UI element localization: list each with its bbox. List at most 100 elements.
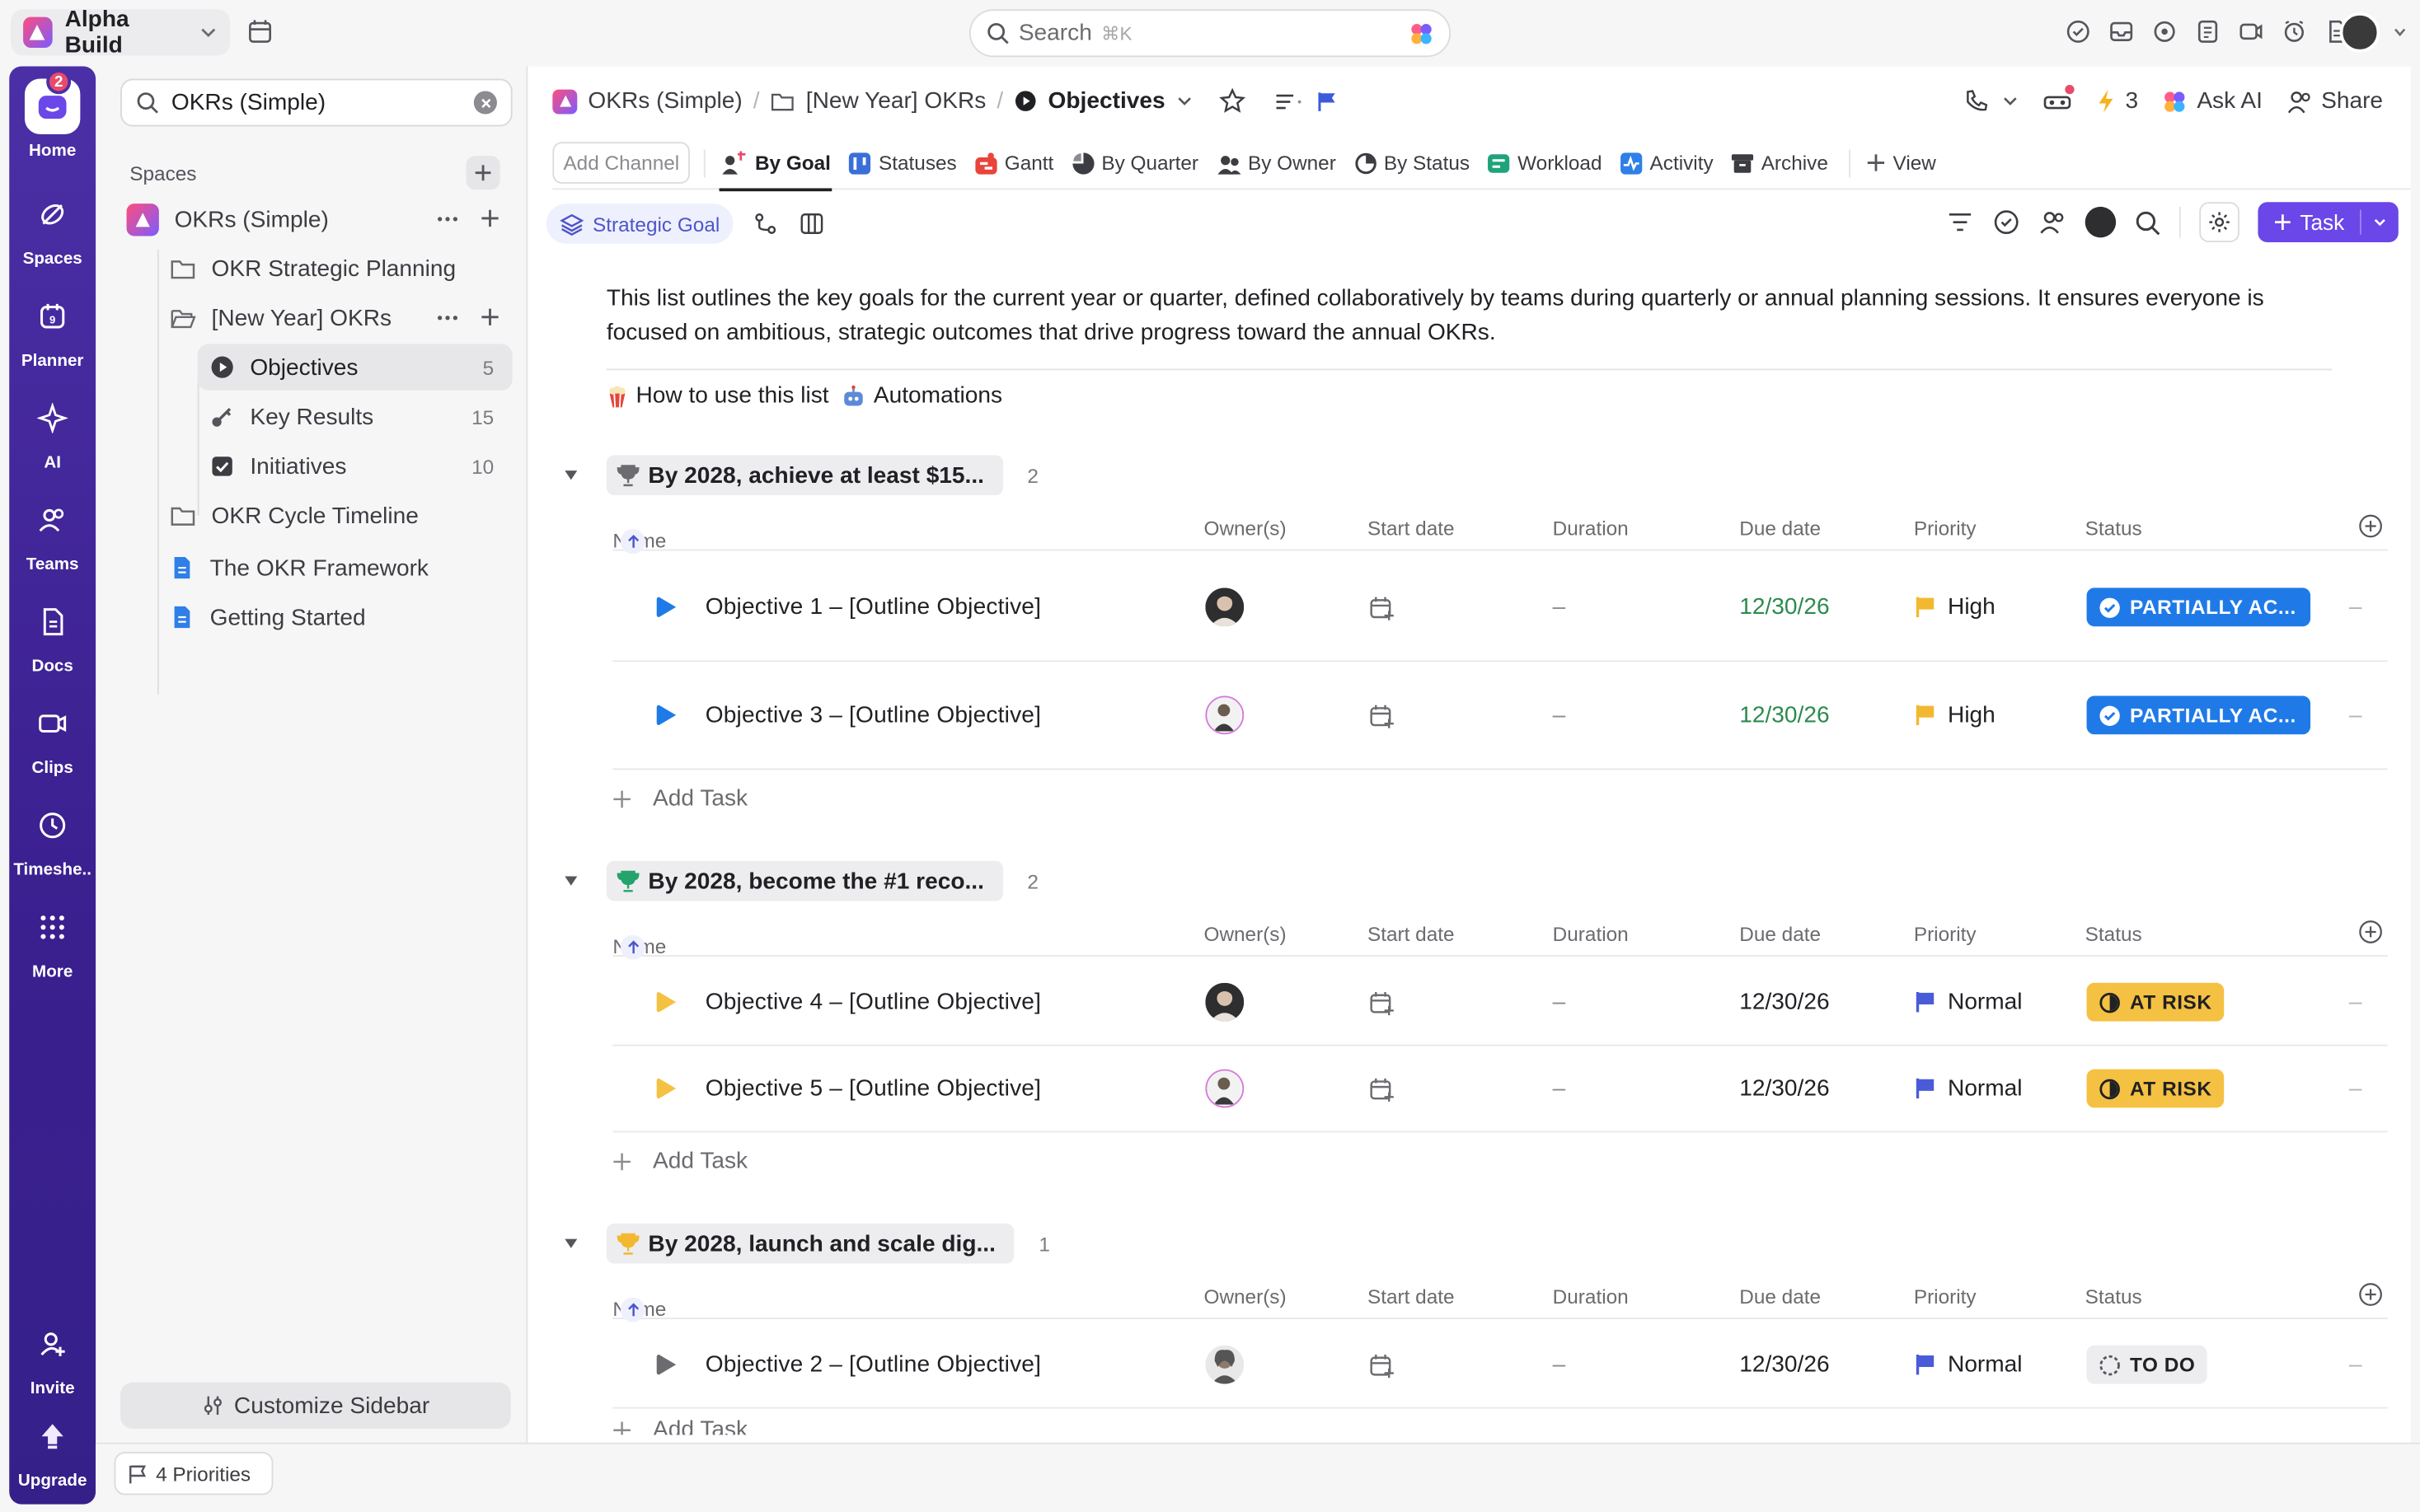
sidebar-item-key-results[interactable]: Key Results 15 [198,393,513,439]
table-row[interactable]: Objective 3 – [Outline Objective] – 12/3… [612,662,2388,770]
task-name[interactable]: Objective 3 – [Outline Objective] [706,702,1041,728]
rail-spaces[interactable]: Spaces [9,187,96,269]
task-name[interactable]: Objective 4 – [Outline Objective] [706,989,1041,1015]
chevron-down-icon[interactable] [1176,92,1194,110]
tab-archive[interactable]: Archive [1728,137,1829,190]
status-badge[interactable]: PARTIALLY AC... [2086,587,2311,627]
priority-cell[interactable]: High [1916,702,1996,728]
add-view-button[interactable]: View [1865,137,1938,190]
col-due-date[interactable]: Due date [1739,517,1821,540]
calendar-plus-icon[interactable] [1369,990,1395,1017]
rail-home[interactable]: 2 Home [9,69,96,161]
col-owners[interactable]: Owner(s) [1204,923,1287,946]
group-title-pill[interactable]: By 2028, launch and scale dig... [606,1223,1015,1264]
notepad-icon[interactable] [2193,17,2223,47]
status-badge[interactable]: AT RISK [2086,982,2225,1022]
user-avatar[interactable] [2339,12,2380,53]
check-circle-icon[interactable] [1993,208,2021,236]
add-column-icon[interactable] [2358,920,2383,944]
rail-teams[interactable]: Teams [9,492,96,574]
add-column-icon[interactable] [2358,514,2383,539]
owner-avatar[interactable] [1205,587,1245,627]
status-badge[interactable]: AT RISK [2086,1069,2225,1108]
sidebar-item-objectives[interactable]: Objectives 5 [197,344,513,391]
col-duration[interactable]: Duration [1553,923,1629,946]
status-badge[interactable]: TO DO [2086,1345,2208,1384]
task-status-play-icon[interactable] [656,596,678,619]
customize-sidebar-button[interactable]: Customize Sidebar [120,1382,511,1429]
col-priority[interactable]: Priority [1914,923,1977,946]
ask-ai-button[interactable]: Ask AI [2163,88,2263,115]
rail-timesheets[interactable]: Timeshe.. [9,798,96,879]
due-date-value[interactable]: 12/30/26 [1739,594,1829,620]
add-task-row[interactable]: Add Task [612,785,748,812]
sidebar-item-okr-framework[interactable]: The OKR Framework [170,545,515,591]
tab-statuses[interactable]: Statuses [847,137,959,190]
settings-gear-icon[interactable] [2199,202,2240,242]
breadcrumb-space[interactable]: OKRs (Simple) [588,88,742,115]
sidebar-item-okr-strategic-planning[interactable]: OKR Strategic Planning [170,246,515,292]
col-owners[interactable]: Owner(s) [1204,1285,1287,1308]
global-search[interactable]: Search ⌘K [968,9,1452,58]
rail-upgrade[interactable]: Upgrade [9,1409,96,1491]
tab-by-goal[interactable]: By Goal [719,137,833,191]
due-date-value[interactable]: 12/30/26 [1739,989,1829,1015]
col-start-date[interactable]: Start date [1367,1285,1455,1308]
owner-avatar[interactable] [1205,982,1245,1022]
video-icon[interactable] [2236,17,2266,47]
col-duration[interactable]: Duration [1553,517,1629,540]
task-dropdown-chevron-icon[interactable] [2361,214,2399,230]
status-badge[interactable]: PARTIALLY AC... [2086,695,2311,735]
calendar-plus-icon[interactable] [1369,704,1395,730]
me-avatar[interactable] [2085,206,2117,238]
table-row[interactable]: Objective 4 – [Outline Objective] – 12/3… [612,960,2388,1046]
task-name[interactable]: Objective 1 – [Outline Objective] [706,594,1041,620]
group-title-pill[interactable]: By 2028, achieve at least $15... [606,455,1003,496]
workspace-switcher[interactable]: Alpha Build [11,6,230,59]
sidebar-item-initiatives[interactable]: Initiatives 10 [198,442,513,489]
tab-by-quarter[interactable]: By Quarter [1069,137,1200,190]
add-task-row[interactable]: Add Task [612,1148,748,1174]
rail-clips[interactable]: Clips [9,695,96,778]
sidebar-item-new-year-okrs[interactable]: [New Year] OKRs [170,295,515,341]
task-name[interactable]: Objective 2 – [Outline Objective] [706,1351,1041,1378]
due-date-value[interactable]: 12/30/26 [1739,702,1829,728]
alarm-icon[interactable] [2280,17,2310,47]
add-column-icon[interactable] [2358,1282,2383,1307]
priority-cell[interactable]: High [1916,594,1996,620]
call-icon[interactable] [1963,88,2019,115]
rail-more[interactable]: More [9,900,96,981]
avatar-chevron-down-icon[interactable] [2392,25,2408,40]
clear-search-icon[interactable] [473,91,497,115]
sort-arrow-icon[interactable] [620,934,645,960]
assignees-icon[interactable] [2039,208,2067,236]
col-start-date[interactable]: Start date [1367,923,1455,946]
list-menu-icon[interactable] [1275,91,1306,112]
space-okrs-simple[interactable]: OKRs (Simple) [126,196,516,242]
col-owners[interactable]: Owner(s) [1204,517,1287,540]
table-row[interactable]: Objective 2 – [Outline Objective] – 12/3… [612,1322,2388,1409]
col-status[interactable]: Status [2085,1285,2142,1308]
more-dots-icon[interactable] [437,307,458,329]
automations-link[interactable]: Automations [842,382,1002,409]
add-task-button[interactable]: Task [2258,202,2399,242]
add-icon[interactable] [480,307,499,329]
tab-activity[interactable]: Activity [1617,137,1714,190]
calendar-plus-icon[interactable] [1369,596,1395,622]
task-status-play-icon[interactable] [656,990,678,1013]
calendar-icon[interactable] [247,18,274,44]
due-date-value[interactable]: 12/30/26 [1739,1351,1829,1378]
ai-sparkle-icon[interactable] [1409,21,1434,45]
rail-ai[interactable]: AI [9,391,96,472]
priority-cell[interactable]: Normal [1916,1075,2023,1102]
rail-planner[interactable]: 9 Planner [9,288,96,370]
tab-by-owner[interactable]: By Owner [1214,137,1338,190]
more-dots-icon[interactable] [437,208,458,230]
table-row[interactable]: Objective 1 – [Outline Objective] – 12/3… [612,554,2388,662]
priorities-button[interactable]: 4 Priorities [114,1451,274,1496]
subtask-icon[interactable] [753,212,778,236]
add-channel-button[interactable]: Add Channel [552,142,691,184]
filter-icon[interactable] [1947,208,1975,236]
col-status[interactable]: Status [2085,923,2142,946]
vr-glasses-icon[interactable] [2043,84,2075,112]
